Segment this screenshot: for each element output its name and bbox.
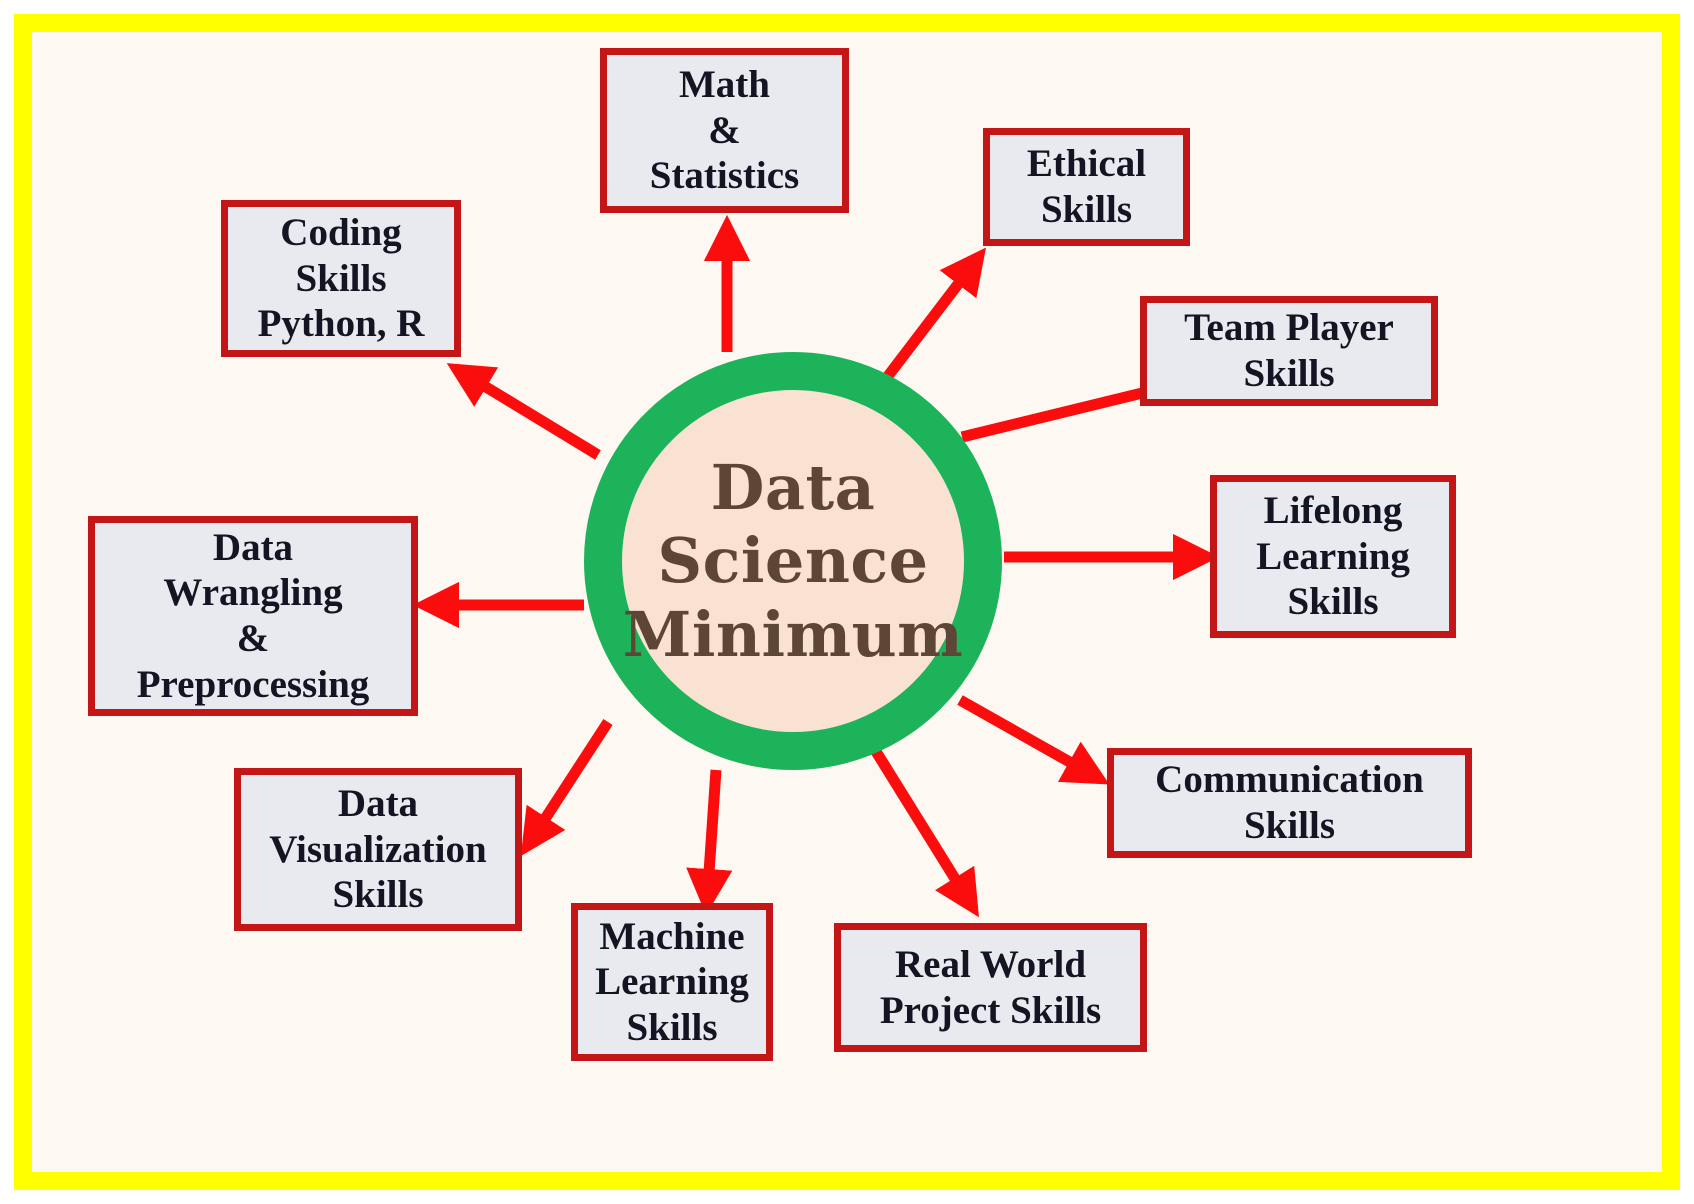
skill-box-coding-skills[interactable]: Coding Skills Python, R [221, 200, 461, 357]
center-node-data-science-minimum: Data Science Minimum [584, 352, 1002, 770]
skill-box-lifelong-learning[interactable]: Lifelong Learning Skills [1210, 475, 1456, 638]
skill-box-team-player[interactable]: Team Player Skills [1140, 296, 1438, 406]
diagram-canvas: Data Science Minimum Math & Statistics C… [0, 0, 1694, 1204]
skill-label-coding-skills: Coding Skills Python, R [257, 211, 425, 346]
skill-box-math-statistics[interactable]: Math & Statistics [600, 48, 849, 213]
skill-label-ethical-skills: Ethical Skills [1026, 142, 1147, 231]
skill-box-real-world-project[interactable]: Real World Project Skills [834, 923, 1147, 1052]
skill-label-team-player: Team Player Skills [1184, 306, 1394, 395]
skill-box-data-visualization[interactable]: Data Visualization Skills [234, 768, 522, 931]
skill-label-data-visualization: Data Visualization Skills [269, 782, 487, 917]
skill-label-real-world-project: Real World Project Skills [879, 942, 1102, 1032]
skill-label-lifelong-learning: Lifelong Learning Skills [1256, 489, 1410, 624]
skill-box-ethical-skills[interactable]: Ethical Skills [983, 128, 1190, 246]
skill-label-data-wrangling: Data Wrangling & Preprocessing [136, 525, 370, 706]
skill-label-math-statistics: Math & Statistics [649, 63, 800, 198]
skill-box-communication[interactable]: Communication Skills [1107, 748, 1472, 858]
skill-box-data-wrangling[interactable]: Data Wrangling & Preprocessing [88, 516, 418, 716]
skill-label-communication: Communication Skills [1155, 758, 1424, 847]
center-node-label: Data Science Minimum [622, 451, 964, 671]
skill-box-machine-learning[interactable]: Machine Learning Skills [571, 903, 773, 1061]
skill-label-machine-learning: Machine Learning Skills [595, 914, 749, 1049]
